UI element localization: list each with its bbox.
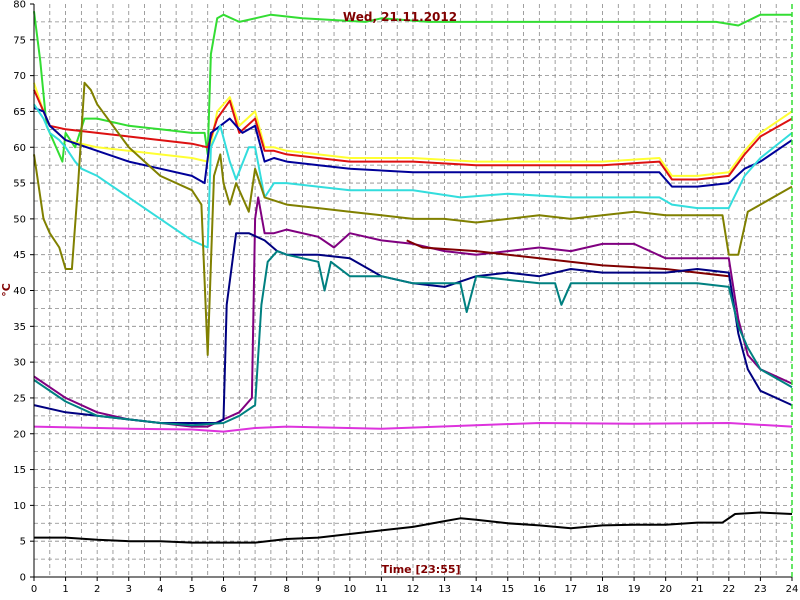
y-tick-label: 5 — [20, 537, 26, 548]
x-tick-label: 14 — [470, 584, 483, 595]
y-tick-label: 25 — [13, 393, 26, 404]
y-tick-label: 75 — [13, 35, 26, 46]
y-tick-label: 15 — [13, 465, 26, 476]
x-tick-label: 17 — [565, 584, 578, 595]
y-tick-label: 45 — [13, 250, 26, 261]
x-tick-label: 12 — [407, 584, 420, 595]
x-tick-label: 4 — [157, 584, 163, 595]
x-tick-label: 20 — [659, 584, 672, 595]
x-tick-label: 11 — [375, 584, 388, 595]
x-tick-label: 21 — [691, 584, 704, 595]
x-tick-label: 9 — [315, 584, 321, 595]
x-tick-label: 18 — [596, 584, 609, 595]
x-tick-label: 8 — [283, 584, 289, 595]
x-tick-label: 10 — [343, 584, 356, 595]
x-tick-label: 24 — [786, 584, 799, 595]
y-tick-label: 80 — [13, 0, 26, 11]
x-tick-label: 0 — [31, 584, 37, 595]
x-tick-label: 6 — [220, 584, 226, 595]
y-tick-label: 70 — [13, 71, 26, 82]
chart-background — [0, 0, 800, 600]
y-tick-label: 30 — [13, 358, 26, 369]
x-tick-label: 7 — [252, 584, 258, 595]
x-tick-label: 23 — [754, 584, 767, 595]
x-tick-label: 5 — [189, 584, 195, 595]
x-tick-label: 2 — [94, 584, 100, 595]
x-tick-label: 13 — [438, 584, 451, 595]
y-axis-label: °C — [0, 283, 13, 297]
y-tick-label: 50 — [13, 214, 26, 225]
y-tick-label: 60 — [13, 143, 26, 154]
y-tick-label: 0 — [20, 573, 26, 584]
y-tick-label: 40 — [13, 286, 26, 297]
y-tick-label: 65 — [13, 107, 26, 118]
x-tick-label: 19 — [628, 584, 641, 595]
x-tick-label: 1 — [62, 584, 68, 595]
x-tick-label: 3 — [126, 584, 132, 595]
chart: 0 1 2 3 4 5 6 7 8 9 10 11 12 13 14 15 16 17 18 19 20 21 22 23 24… — [0, 0, 800, 600]
chart-title: Wed, 21.11.2012 — [343, 10, 457, 24]
x-tick-label: 16 — [533, 584, 546, 595]
y-tick-label: 20 — [13, 429, 26, 440]
y-tick-label: 10 — [13, 501, 26, 512]
x-tick-label: 22 — [722, 584, 735, 595]
x-axis-label: Time [23:55] — [381, 563, 460, 576]
x-tick-label: 15 — [501, 584, 514, 595]
line-chart: 0 1 2 3 4 5 6 7 8 9 10 11 12 13 14 15 16 17 18 19 20 21 22 23 24… — [0, 0, 800, 600]
y-tick-label: 35 — [13, 322, 26, 333]
y-tick-label: 55 — [13, 179, 26, 190]
